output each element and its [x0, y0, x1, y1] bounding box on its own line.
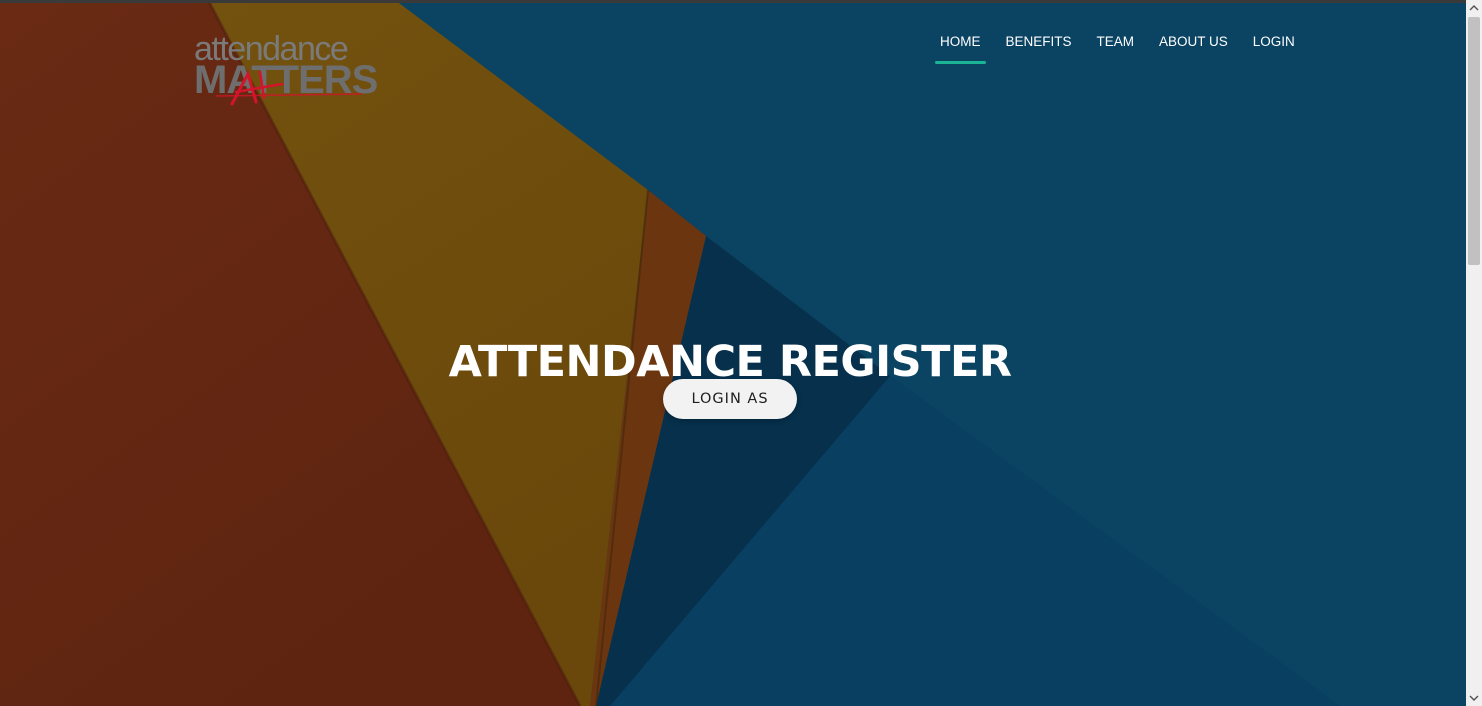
- logo-signature-icon: [215, 70, 362, 106]
- hero-section: attendance MATTERS HOME BENEFITS TEAM AB…: [0, 0, 1466, 706]
- nav-item-login[interactable]: LOGIN: [1245, 34, 1303, 64]
- nav-item-benefits[interactable]: BENEFITS: [998, 34, 1080, 64]
- site-logo[interactable]: attendance MATTERS: [194, 32, 378, 110]
- main-nav: HOME BENEFITS TEAM ABOUT US LOGIN: [932, 34, 1312, 64]
- nav-item-about-us[interactable]: ABOUT US: [1151, 34, 1236, 64]
- login-as-button[interactable]: LOGIN AS: [663, 379, 797, 419]
- nav-item-team[interactable]: TEAM: [1089, 34, 1143, 64]
- nav-item-home[interactable]: HOME: [932, 34, 989, 64]
- vertical-scrollbar[interactable]: [1466, 0, 1482, 706]
- window-top-border: [0, 0, 1466, 3]
- chevron-down-icon[interactable]: [1466, 690, 1482, 706]
- page: attendance MATTERS HOME BENEFITS TEAM AB…: [0, 0, 1482, 706]
- scrollbar-thumb[interactable]: [1468, 17, 1480, 265]
- chevron-up-icon[interactable]: [1466, 0, 1482, 16]
